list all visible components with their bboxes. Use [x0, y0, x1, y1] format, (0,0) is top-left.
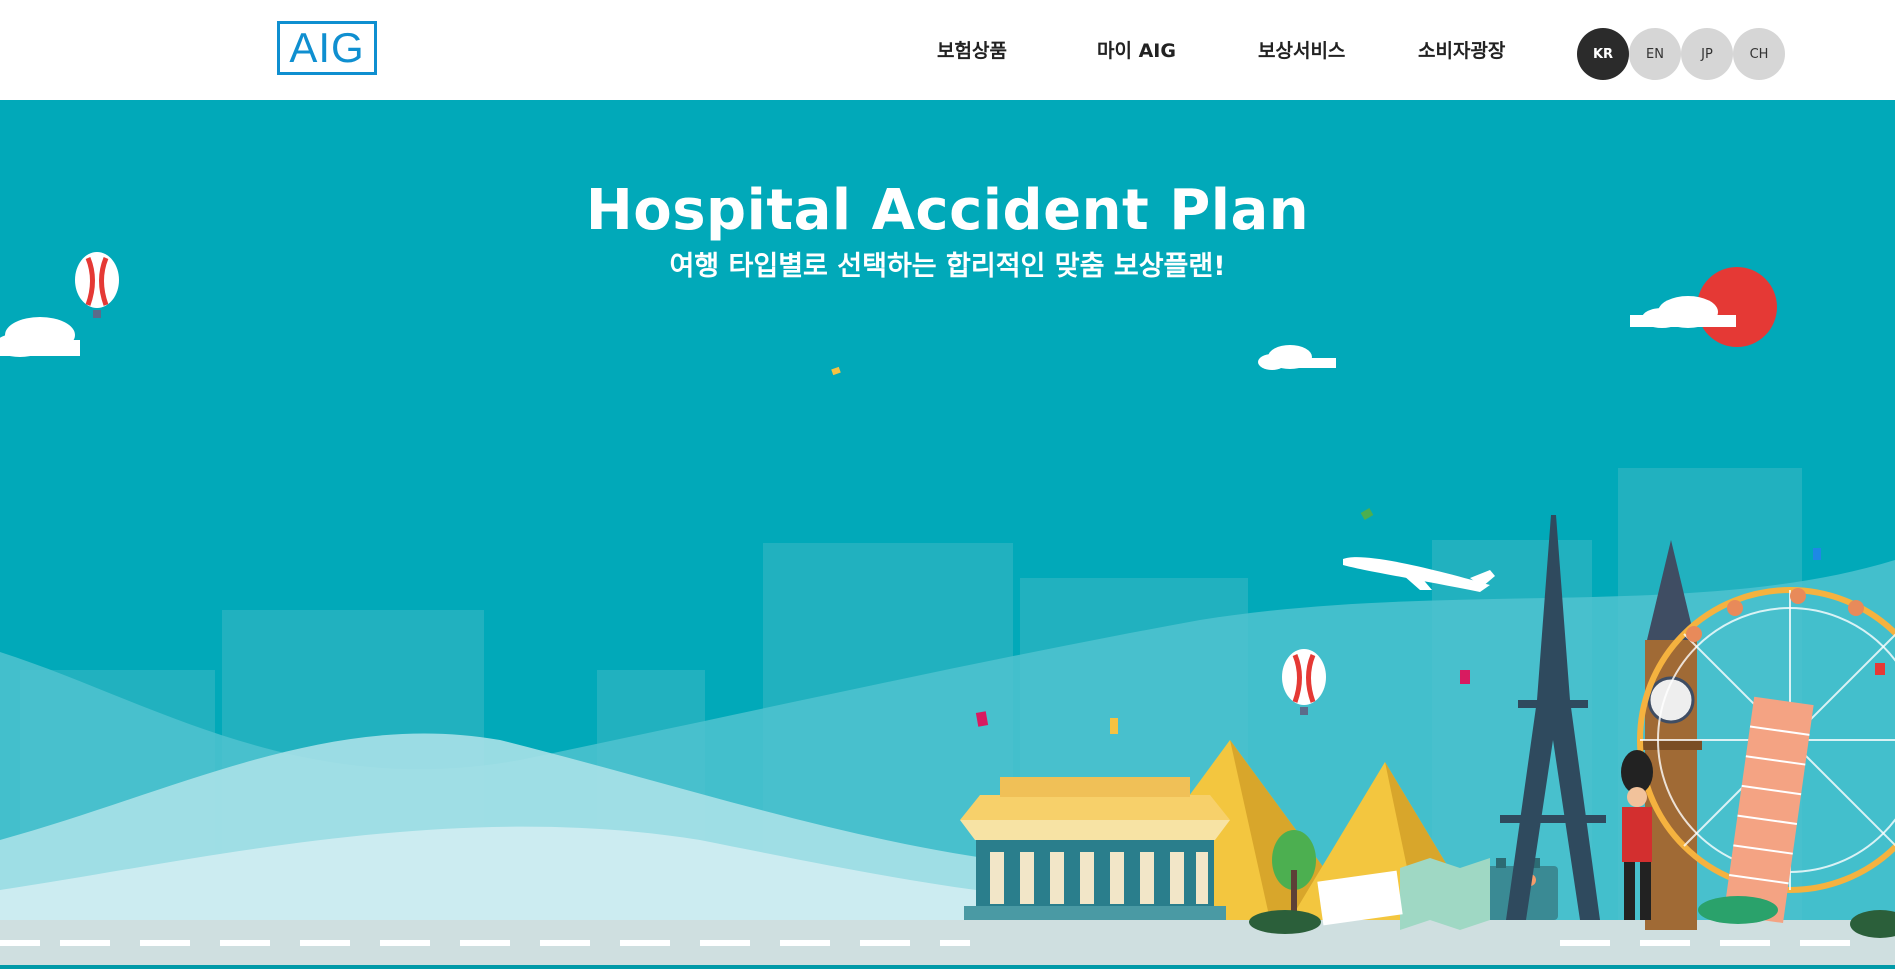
hero-title: Hospital Accident Plan — [585, 178, 1310, 243]
map-icon — [1400, 858, 1490, 930]
palace-icon — [960, 777, 1230, 920]
cloud-icon — [1258, 345, 1336, 370]
nav-item-insurance-products[interactable]: 보험상품 — [937, 36, 1007, 63]
lang-button-kr[interactable]: KR — [1577, 28, 1629, 80]
lang-button-jp[interactable]: JP — [1681, 28, 1733, 80]
nav-item-consumer-plaza[interactable]: 소비자광장 — [1418, 36, 1505, 63]
site-header: AIG 보험상품 마이 AIG 보상서비스 소비자광장 KR EN JP CH — [0, 0, 1895, 100]
lang-button-ch[interactable]: CH — [1733, 28, 1785, 80]
nav-item-claims-service[interactable]: 보상서비스 — [1258, 36, 1345, 63]
cloud-icon — [0, 317, 80, 357]
lang-button-en[interactable]: EN — [1629, 28, 1681, 80]
hero-subtitle: 여행 타입별로 선택하는 합리적인 맞춤 보상플랜! — [669, 251, 1226, 282]
hero-bottom-band — [0, 965, 1895, 969]
nav-item-my-aig[interactable]: 마이 AIG — [1097, 36, 1176, 63]
hero-banner: Hospital Accident Plan 여행 타입별로 선택하는 합리적인… — [0, 100, 1895, 969]
